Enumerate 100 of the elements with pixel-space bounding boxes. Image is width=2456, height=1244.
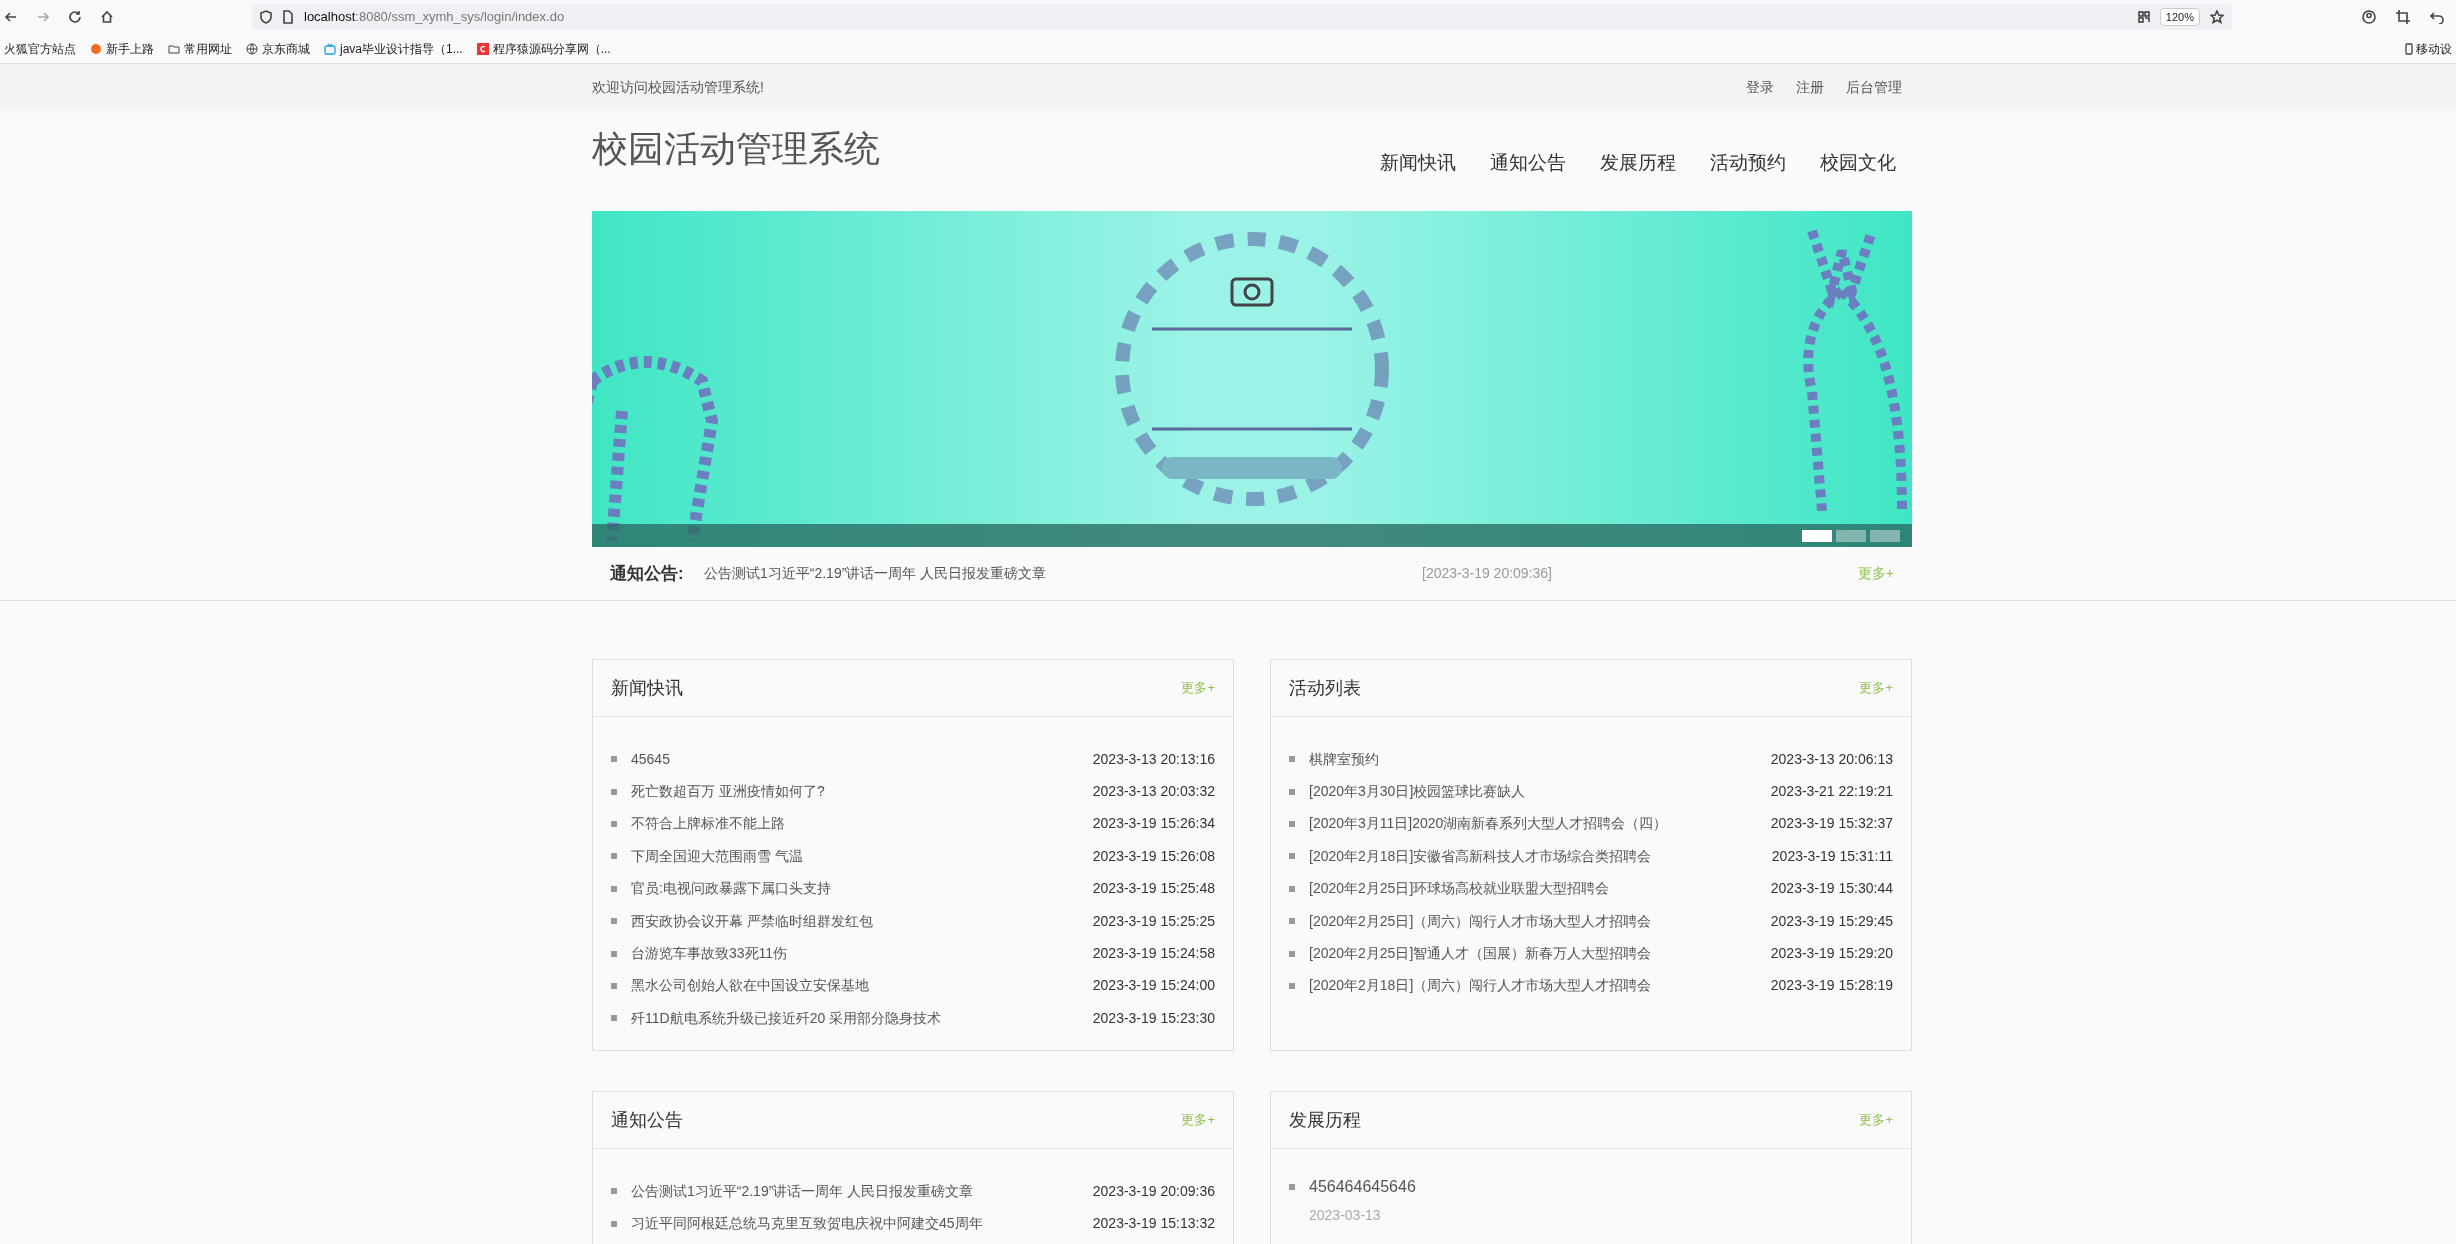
- bookmark-link[interactable]: java毕业设计指导（1...: [340, 39, 463, 58]
- bullet-icon: [1289, 820, 1295, 827]
- nav-link[interactable]: 校园文化: [1820, 149, 1896, 178]
- list-link[interactable]: [2020年2月18日]（周六）闯行人才市场大型人才招聘会: [1309, 975, 1652, 997]
- folder-icon: [168, 42, 180, 55]
- nav-link[interactable]: 新闻快讯: [1380, 149, 1456, 178]
- bullet-icon: [1289, 853, 1295, 860]
- bullet-icon: [1289, 788, 1295, 795]
- date-text: 2023-3-19 15:26:08: [1092, 846, 1215, 866]
- bookmark-link[interactable]: 移动设: [2416, 39, 2452, 58]
- list-link[interactable]: [2020年3月30日]校园篮球比赛缺人: [1309, 781, 1526, 803]
- page-icon: [282, 10, 294, 24]
- date-text: 2023-3-19 15:23:30: [1092, 1008, 1215, 1028]
- shield-icon: [260, 10, 272, 24]
- list-link[interactable]: 台游览车事故致33死11伤: [631, 943, 788, 965]
- top-link[interactable]: 后台管理: [1846, 77, 1902, 98]
- list-link[interactable]: 45645: [631, 748, 670, 770]
- date-text: 2023-3-19 15:13:32: [1092, 1214, 1215, 1234]
- address-bar[interactable]: localhost:8080/ssm_xymh_sys/login/index.do 120%: [252, 4, 2232, 30]
- reload-icon[interactable]: [68, 10, 82, 24]
- bullet-icon: [611, 788, 617, 795]
- list-link[interactable]: 习近平同阿根廷总统马克里互致贺电庆祝中阿建交45周年: [631, 1213, 983, 1235]
- list-link[interactable]: 死亡数超百万 亚洲疫情如何了?: [631, 781, 825, 803]
- phone-icon: [2405, 42, 2413, 55]
- list-link[interactable]: [2020年3月11日]2020湖南新春系列大型人才招聘会（四）: [1309, 813, 1668, 835]
- date-text: 2023-3-19 20:09:36: [1092, 1181, 1215, 1201]
- nav-link[interactable]: 活动预约: [1710, 149, 1786, 178]
- bookmark-link[interactable]: 火狐官方站点: [4, 39, 76, 58]
- date-text: 2023-3-19 15:25:48: [1092, 879, 1215, 899]
- notice-link[interactable]: 公告测试1习近平“2.19”讲话一周年 人民日报发重磅文章: [704, 563, 1354, 584]
- list-link[interactable]: [2020年2月25日]智通人才（国展）新春万人大型招聘会: [1309, 943, 1652, 965]
- list-link[interactable]: [2020年2月25日]环球场高校就业联盟大型招聘会: [1309, 878, 1610, 900]
- list-link[interactable]: 歼11D航电系统升级已接近歼20 采用部分隐身技术: [631, 1007, 942, 1029]
- zoom-level[interactable]: 120%: [2159, 8, 2200, 26]
- list-link[interactable]: 官员:电视问政暴露下属口头支持: [631, 878, 831, 900]
- list-link[interactable]: 西安政协会议开幕 严禁临时组群发红包: [631, 910, 873, 932]
- list-link[interactable]: [2020年2月18日]安徽省高新科技人才市场综合类招聘会: [1309, 845, 1652, 867]
- star-icon[interactable]: [2210, 10, 2224, 24]
- fox-logo-icon: [90, 42, 102, 55]
- bookmark-link[interactable]: 程序猿源码分享网（...: [492, 39, 611, 58]
- welcome-text: 欢迎访问校园活动管理系统!: [592, 78, 764, 97]
- qr-code-icon[interactable]: [2137, 11, 2150, 23]
- bullet-icon: [1289, 756, 1295, 763]
- nav-link[interactable]: 通知公告: [1490, 149, 1566, 178]
- bullet-icon: [1289, 918, 1295, 925]
- tv-icon: [324, 42, 336, 55]
- url-text: localhost:8080/ssm_xymh_sys/login/index.do: [304, 8, 566, 27]
- home-icon[interactable]: [100, 10, 114, 24]
- bullet-icon: [1289, 950, 1295, 957]
- list-link[interactable]: 黑水公司创始人欲在中国设立安保基地: [631, 975, 869, 997]
- bullet-icon: [611, 982, 617, 989]
- account-icon[interactable]: [2362, 10, 2376, 24]
- panel-title: 新闻快讯: [611, 676, 683, 700]
- panel-title: 发展历程: [1289, 1108, 1361, 1132]
- nav-link[interactable]: 发展历程: [1600, 149, 1676, 178]
- date-text: 2023-3-13 20:13:16: [1092, 749, 1215, 769]
- date-text: 2023-3-19 15:26:34: [1092, 814, 1215, 834]
- date-text: 2023-3-13 20:06:13: [1770, 749, 1893, 769]
- bullet-icon: [611, 918, 617, 925]
- list-link[interactable]: 棋牌室预约: [1309, 748, 1379, 770]
- bullet-icon: [611, 1015, 617, 1022]
- bullet-icon: [611, 853, 617, 860]
- bullet-icon: [611, 1188, 617, 1195]
- list-link[interactable]: 不符合上牌标准不能上路: [631, 813, 785, 835]
- timeline-link[interactable]: 456464645646: [1309, 1175, 1416, 1199]
- date-text: 2023-3-13 20:03:32: [1092, 782, 1215, 802]
- globe-icon: [246, 42, 258, 55]
- date-text: 2023-3-19 15:31:11: [1771, 846, 1893, 866]
- bullet-icon: [611, 885, 617, 892]
- bookmark-link[interactable]: 常用网址: [184, 39, 232, 58]
- bullet-icon: [1289, 885, 1295, 892]
- list-link[interactable]: [2020年2月25日]（周六）闯行人才市场大型人才招聘会: [1309, 910, 1652, 932]
- notice-label: 通知公告:: [610, 562, 685, 585]
- bullet-icon: [1289, 1184, 1295, 1190]
- slide-indicator[interactable]: [1802, 529, 1832, 542]
- date-text: 2023-3-19 15:24:58: [1092, 944, 1215, 964]
- site-title: 校园活动管理系统: [592, 127, 880, 171]
- date-text: 2023-3-21 22:19:21: [1770, 782, 1893, 802]
- back-icon[interactable]: [4, 10, 18, 24]
- date-text: 2023-3-19 15:28:19: [1770, 976, 1893, 996]
- undo-icon[interactable]: [2430, 10, 2444, 24]
- bullet-icon: [611, 820, 617, 827]
- panel-title: 通知公告: [611, 1108, 683, 1132]
- bookmark-link[interactable]: 新手上路: [106, 39, 154, 58]
- date-text: 2023-3-19 15:32:37: [1770, 814, 1893, 834]
- top-link[interactable]: 登录: [1746, 77, 1774, 98]
- c-logo-icon: [476, 42, 489, 55]
- date-text: 2023-3-19 15:24:00: [1092, 976, 1215, 996]
- list-link[interactable]: 公告测试1习近平“2.19”讲话一周年 人民日报发重磅文章: [631, 1180, 974, 1202]
- bullet-icon: [611, 1220, 617, 1227]
- bookmark-link[interactable]: 京东商城: [262, 39, 310, 58]
- crop-icon[interactable]: [2396, 10, 2410, 24]
- bullet-icon: [611, 950, 617, 957]
- list-link[interactable]: 下周全国迎大范围雨雪 气温: [631, 845, 803, 867]
- date-text: 2023-3-19 15:29:45: [1770, 911, 1893, 931]
- top-link[interactable]: 注册: [1796, 77, 1824, 98]
- date-text: 2023-3-19 15:25:25: [1092, 911, 1215, 931]
- panel-title: 活动列表: [1289, 676, 1361, 700]
- bullet-icon: [1289, 982, 1295, 989]
- notice-time: [2023-3-19 20:09:36]: [1422, 564, 1552, 583]
